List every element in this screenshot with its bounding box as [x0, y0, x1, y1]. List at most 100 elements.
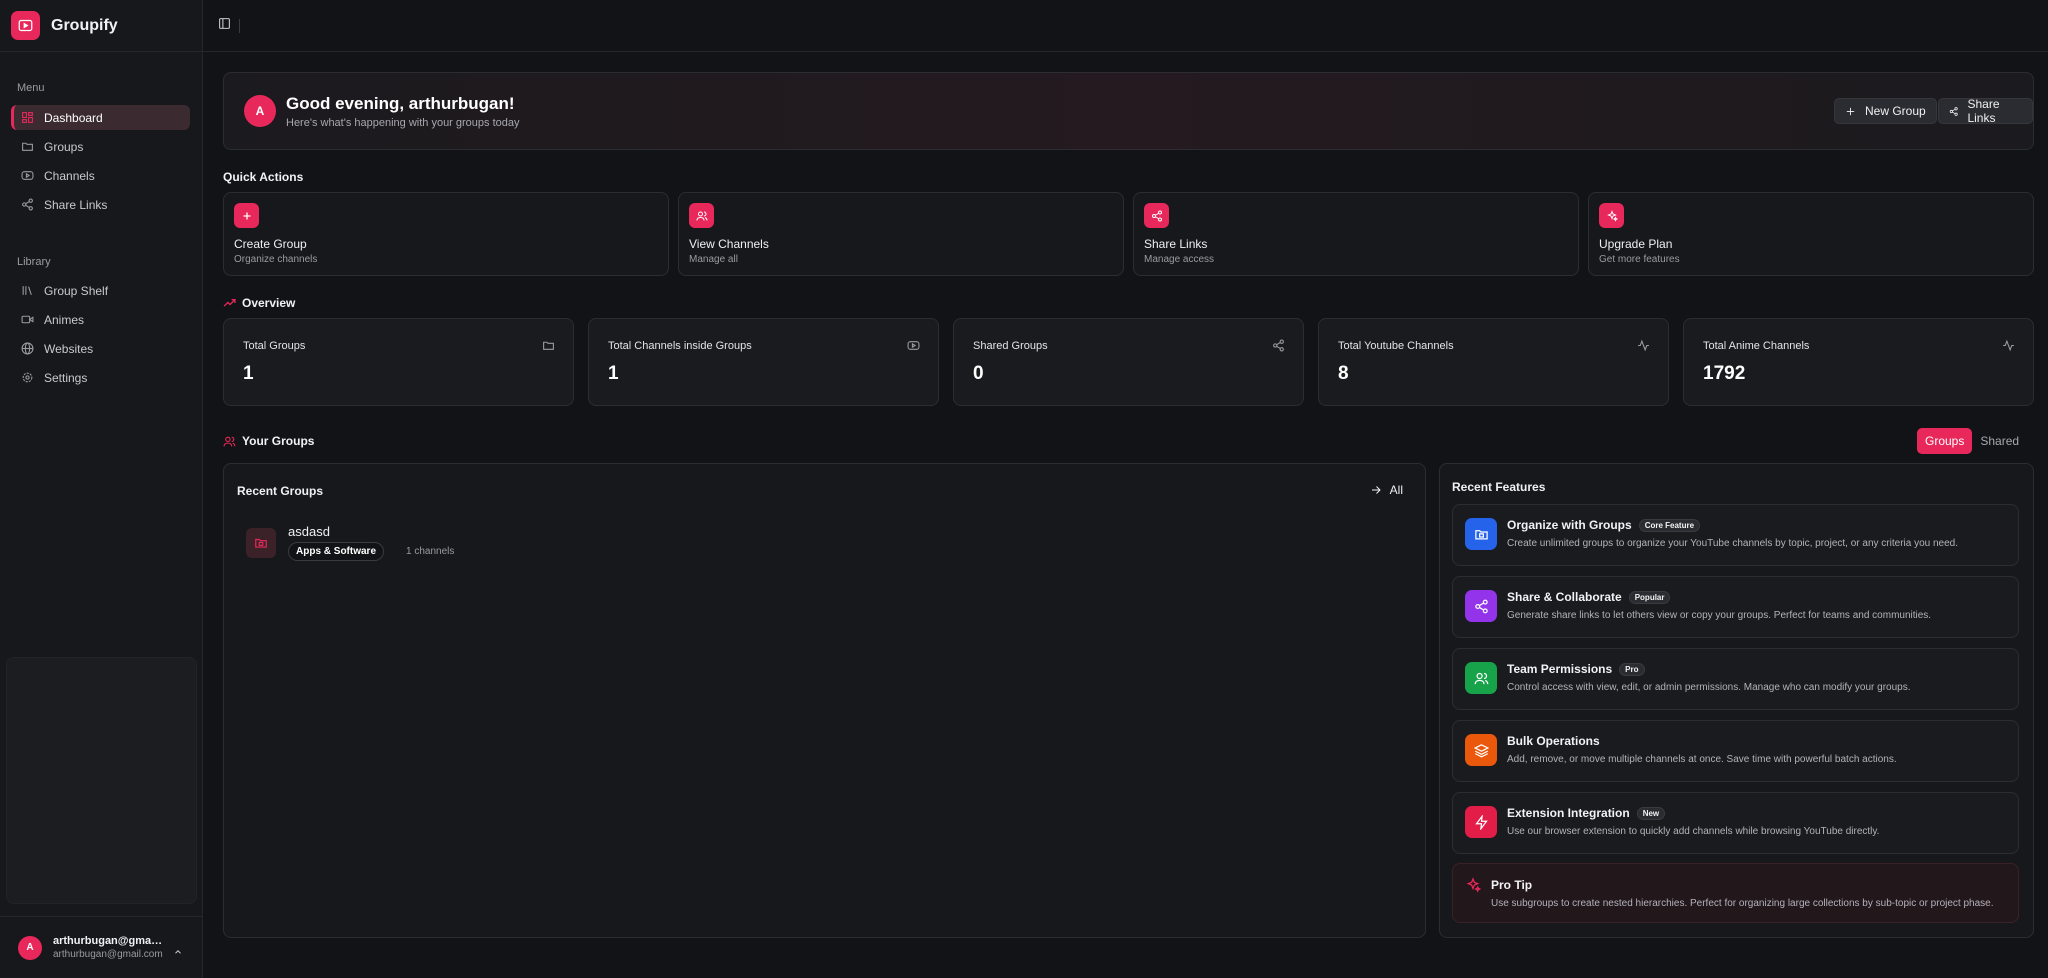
feature-description: Use our browser extension to quickly add… [1507, 826, 1880, 837]
recent-groups-title: Recent Groups [237, 484, 324, 498]
sidebar-item-share-links[interactable]: Share Links [11, 192, 190, 217]
plus-icon [234, 203, 259, 228]
stat-value: 1 [243, 363, 254, 384]
sidebar-item-channels[interactable]: Channels [11, 163, 190, 188]
all-link-label: All [1389, 483, 1403, 497]
feature-card[interactable]: Organize with Groups Core Feature Create … [1452, 504, 2019, 566]
stat-label: Total Channels inside Groups [608, 340, 752, 352]
stat-value: 8 [1338, 363, 1349, 384]
sidebar-item-label: Dashboard [44, 110, 103, 125]
share-icon [1949, 106, 1958, 116]
main-content: A Good evening, arthurbugan! Here's what… [203, 0, 2048, 978]
feature-title: Bulk Operations [1507, 734, 1600, 748]
feature-card[interactable]: Bulk Operations Add, remove, or move mul… [1452, 720, 2019, 782]
sidebar-item-dashboard[interactable]: Dashboard [11, 105, 190, 130]
user-email: arthurbugan@gmail.com [53, 949, 163, 960]
menu-section-label: Menu [17, 82, 45, 94]
sidebar-toggle-icon[interactable] [218, 17, 231, 35]
users-icon [689, 203, 714, 228]
stat-value: 1 [608, 363, 619, 384]
user-menu[interactable]: A arthurbugan@gmai... arthurbugan@gmail.… [0, 916, 203, 978]
folder-icon [1465, 518, 1497, 550]
plus-icon [1846, 107, 1855, 115]
trending-up-icon [223, 298, 236, 307]
folder-icon [246, 528, 276, 558]
share-icon [1465, 590, 1497, 622]
video-icon [20, 313, 34, 327]
recent-groups-panel: Recent Groups All asdasd Apps & Software… [223, 463, 1426, 938]
sidebar-item-label: Websites [44, 341, 94, 356]
stat-label: Shared Groups [973, 340, 1048, 352]
quick-action-title: Upgrade Plan [1599, 237, 1673, 251]
sidebar-item-label: Group Shelf [44, 283, 109, 298]
users-icon [1465, 662, 1497, 694]
stat-card-youtube-channels: Total Youtube Channels 8 [1318, 318, 1669, 406]
activity-icon [1637, 339, 1650, 357]
quick-action-view-channels[interactable]: View Channels Manage all [678, 192, 1124, 276]
brand-name: Groupify [51, 16, 118, 34]
group-row[interactable]: asdasd Apps & Software 1 channels [246, 524, 646, 568]
overview-heading-label: Overview [242, 296, 296, 310]
quick-action-title: View Channels [689, 237, 769, 251]
globe-icon [20, 342, 34, 356]
library-icon [20, 284, 34, 298]
sidebar-item-label: Animes [44, 312, 85, 327]
share-icon [20, 198, 34, 212]
stat-label: Total Groups [243, 340, 306, 352]
brand[interactable]: Groupify [0, 0, 202, 52]
pro-tip-description: Use subgroups to create nested hierarchi… [1491, 898, 1994, 909]
quick-action-title: Share Links [1144, 237, 1208, 251]
stat-value: 0 [973, 363, 984, 384]
quick-action-subtitle: Manage access [1144, 254, 1215, 265]
sparkles-icon [1599, 203, 1624, 228]
user-name: arthurbugan@gmai... [53, 935, 163, 947]
feature-description: Generate share links to let others view … [1507, 610, 1932, 621]
sidebar-item-animes[interactable]: Animes [11, 307, 190, 332]
greeting-title: Good evening, arthurbugan! [286, 94, 515, 113]
quick-action-create-group[interactable]: Create Group Organize channels [223, 192, 669, 276]
quick-action-title: Create Group [234, 237, 307, 251]
recent-features-panel: Recent Features Organize with Groups Core… [1439, 463, 2034, 938]
greeting-subtitle: Here's what's happening with your groups… [286, 117, 520, 129]
feature-title: Share & Collaborate [1507, 590, 1622, 604]
sidebar-item-settings[interactable]: Settings [11, 365, 190, 390]
stat-card-anime-channels: Total Anime Channels 1792 [1683, 318, 2034, 406]
group-channel-count: 1 channels [406, 546, 455, 557]
new-group-button[interactable]: New Group [1834, 98, 1937, 124]
quick-action-share-links[interactable]: Share Links Manage access [1133, 192, 1579, 276]
sidebar-item-group-shelf[interactable]: Group Shelf [11, 278, 190, 303]
quick-action-upgrade-plan[interactable]: Upgrade Plan Get more features [1588, 192, 2034, 276]
zap-icon [1465, 806, 1497, 838]
new-group-label: New Group [1865, 104, 1926, 118]
folder-icon [542, 339, 555, 357]
share-links-button[interactable]: Share Links [1938, 97, 2033, 125]
dashboard-icon [20, 111, 34, 125]
tab-groups[interactable]: Groups [1917, 428, 1973, 454]
sidebar-item-websites[interactable]: Websites [11, 336, 190, 361]
all-groups-link[interactable]: All [1370, 483, 1403, 497]
sidebar-item-label: Channels [44, 168, 95, 183]
folder-icon [20, 140, 34, 154]
sidebar-item-label: Settings [44, 370, 88, 385]
quick-actions-heading: Quick Actions [223, 170, 304, 184]
quick-action-subtitle: Manage all [689, 254, 738, 265]
feature-title: Team Permissions [1507, 662, 1613, 676]
feature-badge: Popular [1628, 590, 1671, 604]
youtube-icon [20, 169, 34, 183]
stat-card-total-groups: Total Groups 1 [223, 318, 574, 406]
sidebar-item-groups[interactable]: Groups [11, 134, 190, 159]
arrow-right-icon [1371, 486, 1381, 494]
layers-icon [1465, 734, 1497, 766]
your-groups-heading: Your Groups [223, 434, 314, 448]
feature-badge: Core Feature [1638, 518, 1701, 532]
feature-card[interactable]: Extension Integration New Use our browser… [1452, 792, 2019, 854]
sidebar-item-label: Share Links [44, 197, 108, 212]
library-section-label: Library [17, 256, 51, 268]
users-icon [223, 436, 236, 446]
feature-card[interactable]: Team Permissions Pro Control access with … [1452, 648, 2019, 710]
feature-card[interactable]: Share & Collaborate Popular Generate shar… [1452, 576, 2019, 638]
avatar: A [18, 935, 42, 960]
group-category-badge: Apps & Software [288, 542, 385, 561]
sidebar-item-label: Groups [44, 139, 84, 154]
tab-shared[interactable]: Shared [1972, 428, 2027, 454]
